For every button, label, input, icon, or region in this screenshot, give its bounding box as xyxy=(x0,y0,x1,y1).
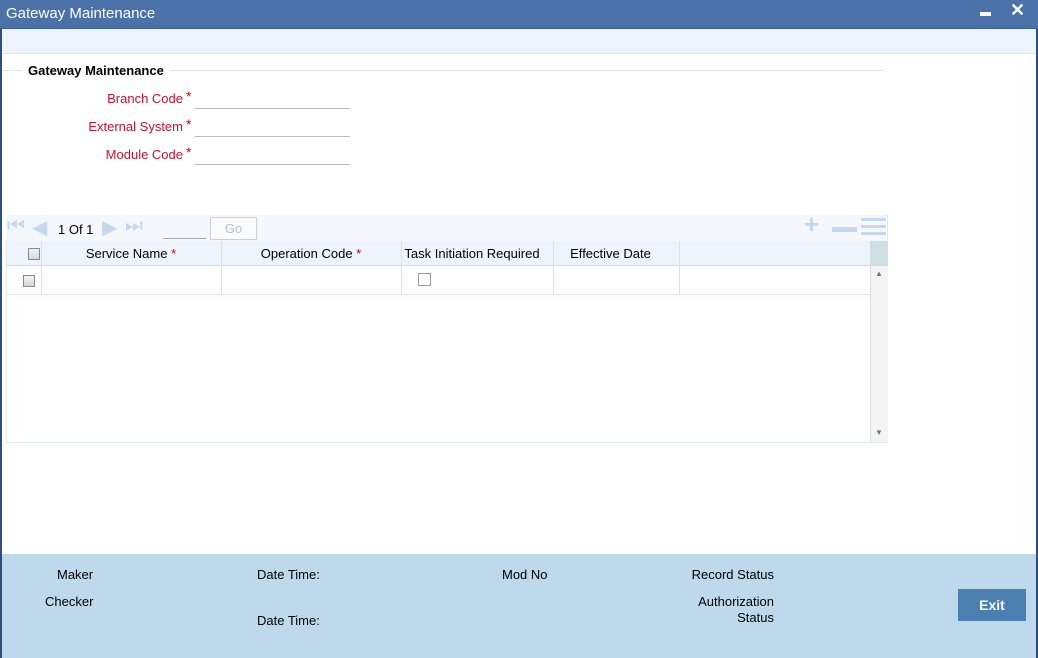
select-all-checkbox[interactable] xyxy=(28,248,40,260)
prev-page-icon[interactable]: ◀ xyxy=(32,215,47,240)
external-system-input[interactable] xyxy=(195,136,350,137)
branch-code-label: Branch Code xyxy=(107,91,183,106)
column-label: Service Name xyxy=(85,246,168,261)
view-details-icon[interactable] xyxy=(861,218,886,238)
first-page-icon[interactable]: ⏮ xyxy=(7,215,25,238)
required-marker: * xyxy=(356,246,362,261)
title-bar xyxy=(0,0,1038,29)
maker-date-time-label: Date Time: xyxy=(257,567,320,582)
close-button[interactable]: ✕ xyxy=(1010,0,1025,21)
section-title: Gateway Maintenance xyxy=(22,63,170,78)
scrollbar-header xyxy=(870,241,888,266)
scroll-down-icon[interactable]: ▼ xyxy=(875,428,883,437)
scroll-up-icon[interactable]: ▲ xyxy=(875,269,883,278)
minimize-button[interactable] xyxy=(980,12,991,16)
record-status-label: Record Status xyxy=(691,567,774,582)
task-initiation-checkbox[interactable] xyxy=(418,273,431,286)
next-page-icon[interactable]: ▶ xyxy=(102,215,117,240)
add-row-icon[interactable]: + xyxy=(804,209,819,240)
authorization-status-label: Authorization xyxy=(698,594,774,609)
table-row xyxy=(7,266,871,295)
row-select-checkbox[interactable] xyxy=(23,275,35,287)
column-header-service-name[interactable]: Service Name * xyxy=(41,246,221,261)
mod-no-label: Mod No xyxy=(502,567,548,582)
column-header-task-initiation[interactable]: Task Initiation Required xyxy=(401,246,543,261)
required-marker: * xyxy=(171,246,177,261)
exit-button[interactable]: Exit xyxy=(958,589,1026,621)
page-number-input[interactable] xyxy=(163,238,206,239)
go-button[interactable]: Go xyxy=(210,217,257,240)
required-marker: * xyxy=(186,144,192,160)
column-header-operation-code[interactable]: Operation Code * xyxy=(221,246,401,261)
checker-date-time-label: Date Time: xyxy=(257,613,320,628)
last-page-icon[interactable]: ⏭ xyxy=(125,215,143,238)
required-marker: * xyxy=(186,88,192,104)
module-code-input[interactable] xyxy=(195,164,350,165)
module-code-label: Module Code xyxy=(105,147,183,162)
external-system-label: External System xyxy=(88,119,183,134)
checker-label: Checker xyxy=(45,594,94,609)
authorization-status-label-2: Status xyxy=(737,610,774,625)
toolbar-strip xyxy=(2,29,1036,54)
window-title: Gateway Maintenance xyxy=(6,5,156,22)
required-marker: * xyxy=(186,116,192,132)
column-header-effective-date[interactable]: Effective Date xyxy=(553,246,668,261)
maker-label: Maker xyxy=(57,567,94,582)
delete-row-icon[interactable] xyxy=(832,227,857,232)
page-info: 1 Of 1 xyxy=(58,222,94,237)
branch-code-input[interactable] xyxy=(195,108,350,109)
column-label: Operation Code xyxy=(260,246,353,261)
